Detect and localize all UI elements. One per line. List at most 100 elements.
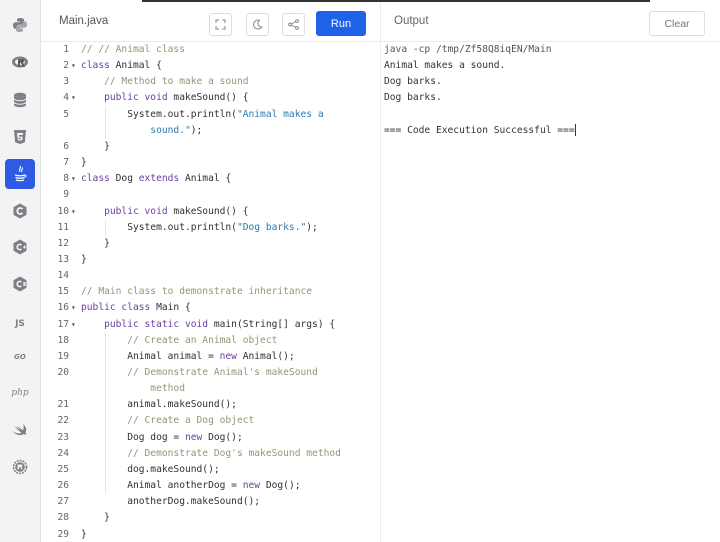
code-line[interactable]: method xyxy=(41,381,380,397)
line-number: 17 xyxy=(57,318,69,330)
run-button[interactable]: Run xyxy=(316,11,366,36)
code-line[interactable]: 24 // Demonstrate Dog's makeSound method xyxy=(41,446,380,462)
code-line[interactable]: 9 xyxy=(41,187,380,203)
code-line[interactable]: sound."); xyxy=(41,123,380,139)
code-token: new xyxy=(184,431,209,443)
code-token: class xyxy=(81,173,116,185)
output-text: Animal makes a sound. xyxy=(384,60,506,72)
code-line[interactable]: 13} xyxy=(41,252,380,268)
line-number: 18 xyxy=(57,334,69,346)
code-line[interactable]: 17 ▾ public static void main(String[] arg… xyxy=(41,317,380,333)
fold-toggle-icon[interactable]: ▾ xyxy=(71,317,76,333)
code-token: anotherDog.makeSound(); xyxy=(81,496,261,508)
code-line[interactable]: 15 // Main class to demonstrate inheritan… xyxy=(41,284,380,300)
line-number: 16 xyxy=(57,302,69,314)
clear-button[interactable]: Clear xyxy=(649,11,705,36)
fullscreen-button[interactable] xyxy=(209,13,232,36)
fold-toggle-icon[interactable]: ▾ xyxy=(71,58,76,74)
code-line[interactable]: 2 ▾ class Animal { xyxy=(41,58,380,74)
sidebar-item-swift[interactable] xyxy=(5,415,35,445)
code-text: } xyxy=(81,155,87,171)
code-token: dog.makeSound(); xyxy=(81,463,220,475)
line-number: 28 xyxy=(57,512,69,524)
line-number: 10 xyxy=(57,205,69,217)
code-line[interactable]: 3 // Method to make a sound xyxy=(41,74,380,90)
code-line[interactable]: 14 xyxy=(41,268,380,284)
code-token: extends xyxy=(138,173,185,185)
code-text: System.out.println("Animal makes a xyxy=(81,107,323,123)
go-icon: GO xyxy=(14,353,26,361)
code-token: main(String[] args) { xyxy=(213,318,336,330)
fold-toggle-icon[interactable]: ▾ xyxy=(71,171,76,187)
code-text: // Create an Animal object xyxy=(81,333,277,349)
code-line[interactable]: 5 System.out.println("Animal makes a xyxy=(41,107,380,123)
sidebar-item-python[interactable] xyxy=(5,10,35,40)
code-token: class xyxy=(81,60,116,72)
code-token: // Create an Animal object xyxy=(81,334,278,346)
sidebar-item-r[interactable] xyxy=(5,48,35,78)
code-line[interactable]: 6 } xyxy=(41,139,380,155)
code-line[interactable]: 7} xyxy=(41,155,380,171)
code-token: public void xyxy=(81,92,174,104)
sidebar-item-c[interactable] xyxy=(5,196,35,226)
code-line[interactable]: 22 // Create a Dog object xyxy=(41,413,380,429)
code-token: new xyxy=(242,480,266,492)
fold-toggle-icon[interactable]: ▾ xyxy=(71,300,76,316)
theme-toggle-button[interactable] xyxy=(246,13,269,36)
code-token: } xyxy=(81,253,87,265)
sidebar-item-php[interactable]: php xyxy=(5,378,35,408)
line-number: 14 xyxy=(57,270,69,282)
code-line[interactable]: 8 ▾ class Dog extends Animal { xyxy=(41,171,380,187)
code-line[interactable]: 10 ▾ public void makeSound() { xyxy=(41,204,380,220)
sidebar-item-csharp[interactable] xyxy=(5,269,35,299)
output-text: === Code Execution Successful === xyxy=(384,124,575,136)
code-token: public void xyxy=(81,205,174,217)
code-token: } xyxy=(81,157,87,169)
csharp-icon xyxy=(13,276,27,292)
file-tab[interactable]: Main.java xyxy=(59,15,108,27)
sidebar-item-rust[interactable] xyxy=(5,452,35,482)
code-text: anotherDog.makeSound(); xyxy=(81,494,260,510)
code-text: } xyxy=(81,510,110,526)
code-line[interactable]: 25 dog.makeSound(); xyxy=(41,462,380,478)
code-line[interactable]: 26 Animal anotherDog = new Dog(); xyxy=(41,478,380,494)
code-line[interactable]: 1 // // Animal class xyxy=(41,42,380,58)
code-token: } xyxy=(81,528,87,540)
code-line[interactable]: 19 Animal animal = new Animal(); xyxy=(41,349,380,365)
code-line[interactable]: 16 ▾ public class Main { xyxy=(41,300,380,316)
code-text: Animal animal = new Animal(); xyxy=(81,349,295,365)
sidebar-item-cpp[interactable] xyxy=(5,232,35,262)
code-line[interactable]: 29} xyxy=(41,527,380,542)
code-line[interactable]: 27 anotherDog.makeSound(); xyxy=(41,494,380,510)
code-token: Animal(); xyxy=(242,350,295,362)
code-line[interactable]: 4 ▾ public void makeSound() { xyxy=(41,90,380,106)
sidebar-item-go[interactable]: GO xyxy=(5,342,35,372)
fold-toggle-icon[interactable]: ▾ xyxy=(71,90,76,106)
sidebar-item-java[interactable] xyxy=(5,159,35,189)
code-line[interactable]: 18 // Create an Animal object xyxy=(41,333,380,349)
output-text: Dog barks. xyxy=(384,76,442,88)
code-text: System.out.println("Dog barks."); xyxy=(81,220,318,236)
line-number: 8 xyxy=(63,173,69,185)
code-line[interactable]: 21 animal.makeSound(); xyxy=(41,397,380,413)
sidebar-item-sql[interactable] xyxy=(5,85,35,115)
java-icon xyxy=(14,165,27,182)
code-line[interactable]: 23 Dog dog = new Dog(); xyxy=(41,430,380,446)
code-token: } xyxy=(81,512,110,524)
indent-guide xyxy=(105,219,106,236)
editor-header: Main.java Run xyxy=(41,2,380,42)
sidebar-item-js[interactable]: JS xyxy=(5,309,35,339)
code-token: makeSound() { xyxy=(173,205,249,217)
language-sidebar: JS GO php xyxy=(0,0,41,542)
share-button[interactable] xyxy=(282,13,305,36)
code-line[interactable]: 11 System.out.println("Dog barks."); xyxy=(41,220,380,236)
code-line[interactable]: 28 } xyxy=(41,510,380,526)
fold-toggle-icon[interactable]: ▾ xyxy=(71,204,76,220)
sidebar-item-html[interactable] xyxy=(5,122,35,152)
c-icon xyxy=(13,203,27,219)
line-number: 11 xyxy=(57,221,69,233)
code-line[interactable]: 20 // Demonstrate Animal's makeSound xyxy=(41,365,380,381)
code-editor[interactable]: 1// // Animal class 2 ▾ class Animal {3 // … xyxy=(41,42,380,542)
code-text: } xyxy=(81,139,110,155)
code-line[interactable]: 12 } xyxy=(41,236,380,252)
